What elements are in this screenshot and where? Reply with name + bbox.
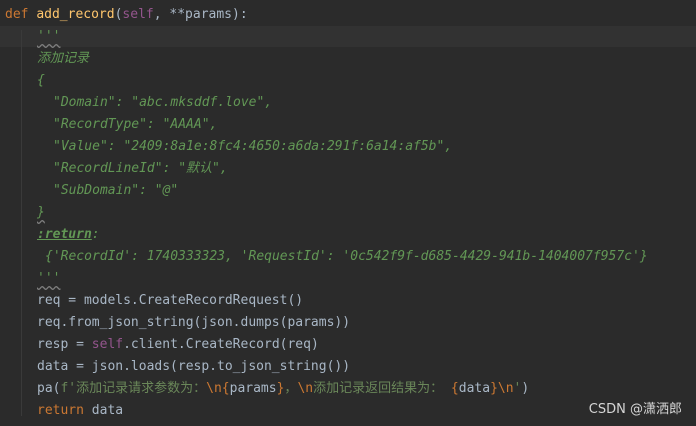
json-subdomain: "SubDomain": "@" (53, 183, 179, 198)
code-line-json-value[interactable]: "Value": "2409:8a1e:8fc4:4650:a6da:291f:… (53, 136, 452, 157)
code-line-json-close[interactable]: } (37, 202, 45, 223)
data-assign: data = json.loads(resp.to_json_string()) (37, 359, 351, 374)
docstring-close: ''' (37, 271, 61, 286)
self-param: self (122, 7, 154, 22)
create-record-call: .client.CreateRecord(req) (123, 337, 319, 352)
return-keyword: return (37, 403, 84, 418)
escape-newline-3: \n (497, 381, 514, 396)
fstring-var-data: data (458, 381, 491, 396)
code-line-json-lineid[interactable]: "RecordLineId": "默认", (53, 158, 228, 179)
code-line-json-domain[interactable]: "Domain": "abc.mksddf.love", (53, 92, 272, 113)
resp-assign: resp = (37, 337, 92, 352)
fstring-part-b: ， (284, 381, 298, 396)
current-line-highlight (0, 26, 696, 47)
pa-call: pa( (37, 381, 61, 396)
from-json-call: req.from_json_string(json.dumps(params)) (37, 315, 351, 330)
return-value: data (83, 403, 124, 418)
json-record-type: "RecordType": "AAAA", (53, 117, 218, 132)
json-record-line-id: "RecordLineId": "默认", (53, 161, 228, 176)
code-line-return[interactable]: return data (37, 400, 123, 421)
code-line-return-tag[interactable]: :return: (37, 224, 100, 245)
json-open-brace: { (37, 73, 45, 88)
self-keyword: self (91, 337, 124, 352)
req-assign: req = models.CreateRecordRequest() (37, 293, 304, 308)
code-line-doc-title[interactable]: 添加记录 (37, 48, 89, 69)
return-example: {'RecordId': 1740333323, 'RequestId': '0… (45, 249, 648, 264)
json-domain: "Domain": "abc.mksddf.love", (53, 95, 273, 110)
docstring-open: ''' (37, 29, 61, 44)
code-line-req[interactable]: req = models.CreateRecordRequest() (37, 290, 303, 311)
pa-close-paren: ) (521, 381, 530, 396)
docstring-title: 添加记录 (37, 51, 90, 66)
fstring-var-params: params (229, 381, 277, 396)
code-line-json-recordtype[interactable]: "RecordType": "AAAA", (53, 114, 217, 135)
code-line-doc-close[interactable]: ''' (37, 268, 60, 289)
json-value: "Value": "2409:8a1e:8fc4:4650:a6da:291f:… (53, 139, 453, 154)
escape-newline-2: \n (297, 381, 314, 396)
fstring-part-c: 添加记录返回结果为： (313, 381, 451, 396)
json-close-brace: } (37, 205, 45, 220)
fstring-brace-open-2: { (450, 381, 459, 396)
code-line-pa[interactable]: pa(f'添加记录请求参数为：\n{params}，\n添加记录返回结果为： {… (37, 378, 529, 399)
return-tag: :return (37, 227, 92, 242)
indent-guide (21, 30, 22, 416)
escape-newline-1: \n (206, 381, 222, 396)
fstring-brace-open-1: { (221, 381, 230, 396)
code-line-doc-open[interactable]: ''' (37, 26, 60, 47)
csdn-watermark: CSDN @潇洒郎 (588, 402, 682, 417)
signature-rest: , **params): (153, 7, 248, 22)
def-keyword: def (5, 7, 29, 22)
fstring-brace-close-2: } (490, 381, 498, 396)
return-tag-colon: : (91, 227, 100, 242)
code-line-json-subdomain[interactable]: "SubDomain": "@" (53, 180, 178, 201)
code-line-def[interactable]: def add_record(self, **params): (5, 4, 248, 25)
code-line-json-open[interactable]: { (37, 70, 45, 91)
fstring-part-a: f'添加记录请求参数为： (60, 381, 207, 396)
code-line-return-example[interactable]: {'RecordId': 1740333323, 'RequestId': '0… (45, 246, 648, 267)
code-line-from-json[interactable]: req.from_json_string(json.dumps(params)) (37, 312, 350, 333)
code-line-resp[interactable]: resp = self.client.CreateRecord(req) (37, 334, 319, 355)
code-editor[interactable]: def add_record(self, **params): ''' 添加记录… (0, 0, 696, 426)
function-name: add_record (36, 7, 115, 22)
code-line-data[interactable]: data = json.loads(resp.to_json_string()) (37, 356, 350, 377)
